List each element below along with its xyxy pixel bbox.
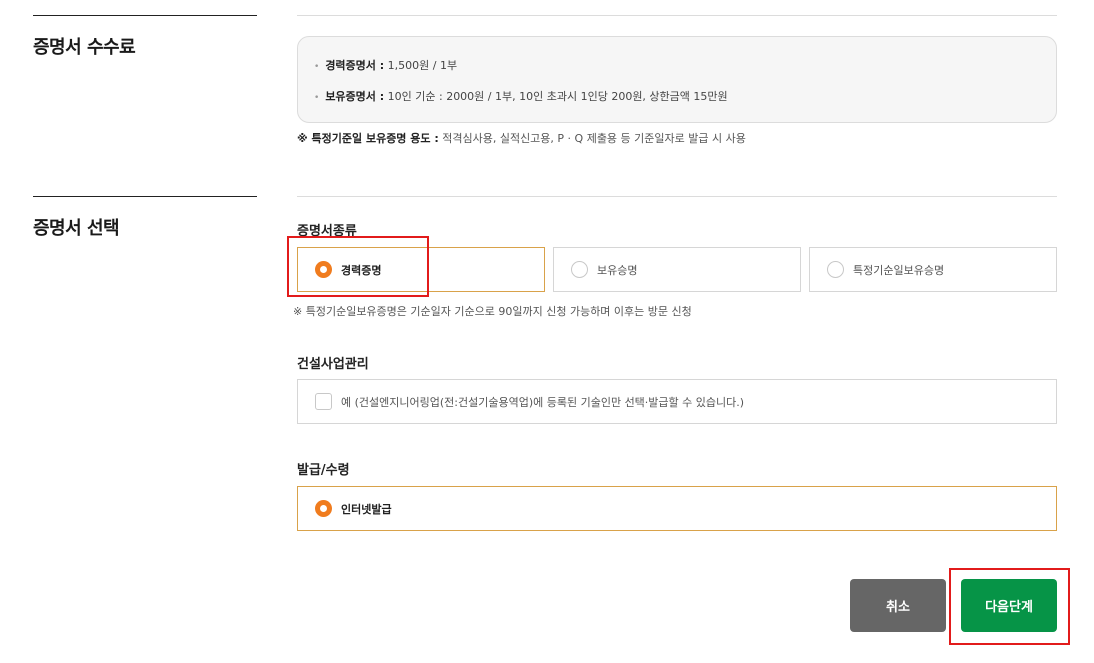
delivery-option-label: 인터넷발급 — [341, 502, 392, 516]
cert-option-label: 특정기순일보유승명 — [853, 263, 945, 277]
cancel-button[interactable]: 취소 — [850, 579, 946, 632]
fee-info-box: • 경력증명서 : 1,500원 / 1부 • 보유증명서 : 10인 기순 : 2… — [297, 36, 1057, 123]
fee-note: ※ 특정기준일 보유증명 용도 : 적격심사용, 실적신고용, P · Q 제출… — [297, 130, 746, 146]
fee-section-divider — [33, 15, 257, 16]
select-section-divider — [33, 196, 257, 197]
fee-item-value: 10인 기순 : 2000원 / 1부, 10인 초과시 1인당 200원, 상… — [384, 90, 728, 103]
delivery-label: 발급/수령 — [297, 463, 350, 478]
cert-type-note: ※ 특정기순일보유증명은 기순일자 기순으로 90일까지 신청 가능하며 이후는… — [293, 305, 692, 318]
construction-label: 건설사업관리 — [297, 357, 369, 372]
radio-unselected-icon[interactable] — [571, 261, 588, 278]
bullet-icon: • — [314, 93, 320, 103]
delivery-option-internet[interactable]: 인터넷발급 — [297, 486, 1057, 531]
fee-section-right-divider — [297, 15, 1057, 16]
fee-item-holding: • 보유증명서 : 10인 기순 : 2000원 / 1부, 10인 초과시 1인… — [314, 88, 728, 104]
radio-selected-icon[interactable] — [315, 261, 332, 278]
checkbox-icon[interactable] — [315, 393, 332, 410]
cert-type-label: 증명서종류 — [297, 224, 357, 239]
fee-item-label: 보유증명서 : — [325, 90, 385, 103]
fee-section-title: 증명서 수수료 — [33, 37, 136, 58]
construction-checkbox-label: 예 (건설엔지니어링업(전:건설기술용역업)에 등록된 기술인만 선택·발급할 … — [341, 395, 745, 409]
cert-option-specific-date[interactable]: 특정기순일보유승명 — [809, 247, 1057, 292]
cert-option-holding[interactable]: 보유승명 — [553, 247, 801, 292]
radio-unselected-icon[interactable] — [827, 261, 844, 278]
radio-selected-icon[interactable] — [315, 500, 332, 517]
select-section-right-divider — [297, 196, 1057, 197]
fee-item-value: 1,500원 / 1부 — [384, 59, 458, 72]
cert-option-label: 보유승명 — [597, 263, 638, 277]
cert-option-label: 경력증명 — [341, 263, 382, 277]
bullet-icon: • — [314, 62, 320, 72]
fee-note-label: ※ 특정기준일 보유증명 용도 : — [297, 132, 439, 145]
next-step-button[interactable]: 다음단계 — [961, 579, 1057, 632]
select-section-title: 증명서 선택 — [33, 218, 120, 239]
fee-item-career: • 경력증명서 : 1,500원 / 1부 — [314, 57, 457, 73]
fee-note-text: 적격심사용, 실적신고용, P · Q 제출용 등 기준일자로 발급 시 사용 — [438, 132, 746, 145]
fee-item-label: 경력증명서 : — [325, 59, 385, 72]
cert-option-career[interactable]: 경력증명 — [297, 247, 545, 292]
construction-checkbox-row[interactable]: 예 (건설엔지니어링업(전:건설기술용역업)에 등록된 기술인만 선택·발급할 … — [297, 379, 1057, 424]
